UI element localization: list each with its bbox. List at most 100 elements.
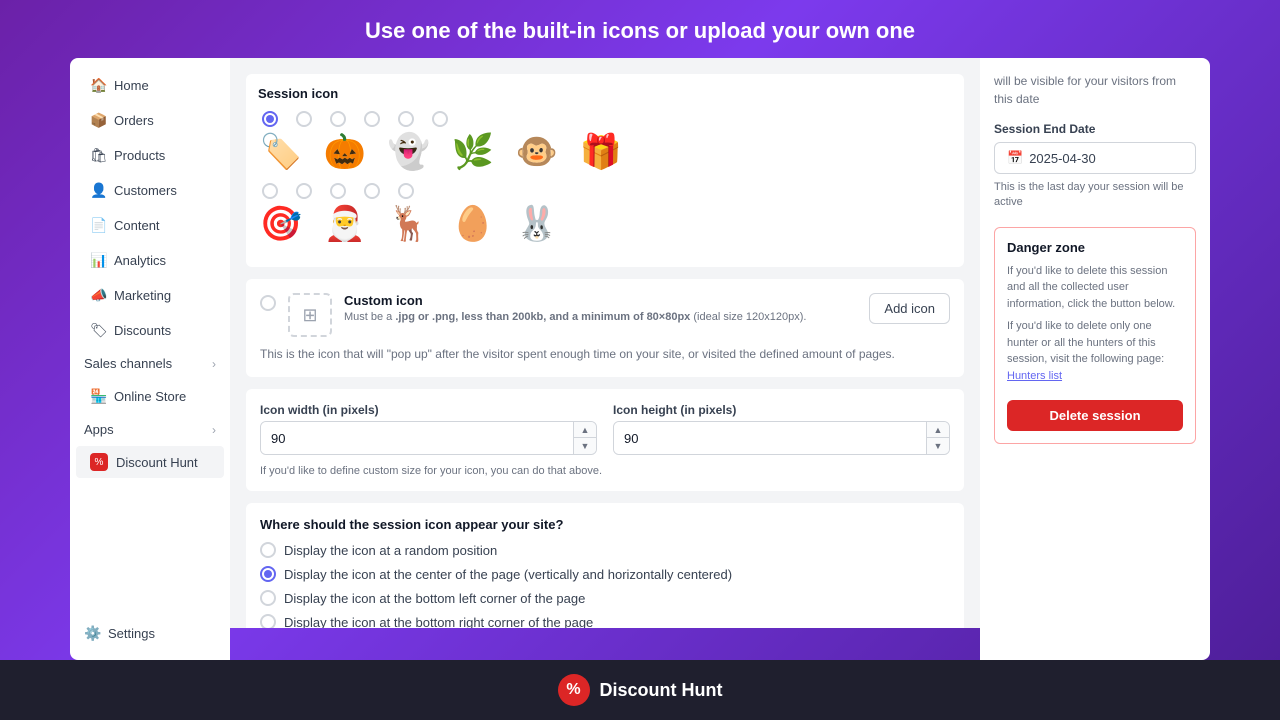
footer-label: Discount Hunt (600, 680, 723, 701)
plus-grid-icon: ⊞ (302, 305, 317, 326)
position-radio-bottom-right[interactable] (260, 614, 276, 628)
sidebar-item-label: Home (114, 78, 149, 93)
position-label-random: Display the icon at a random position (284, 543, 497, 558)
sidebar-item-customers[interactable]: 👤 Customers (76, 174, 224, 207)
content-icon: 📄 (90, 217, 106, 234)
sidebar-item-label: Online Store (114, 389, 186, 404)
icon-width-group: Icon width (in pixels) ▲ ▼ (260, 403, 597, 455)
sidebar-item-analytics[interactable]: 📊 Analytics (76, 244, 224, 277)
end-date-note: This is the last day your session will b… (994, 180, 1196, 211)
position-radio-center[interactable] (260, 566, 276, 582)
icon-option-7[interactable]: 🎅 (322, 201, 368, 247)
sidebar-item-label: Products (114, 148, 165, 163)
sidebar-item-discount-hunt[interactable]: % Discount Hunt (76, 446, 224, 478)
sidebar-item-orders[interactable]: 📦 Orders (76, 104, 224, 137)
icon-radio-2[interactable] (330, 111, 346, 127)
customers-icon: 👤 (90, 182, 106, 199)
position-section: Where should the session icon appear you… (246, 503, 964, 628)
settings-label: Settings (108, 626, 155, 641)
chevron-right-icon: › (212, 423, 216, 437)
products-icon: 🛍 (90, 147, 106, 164)
icon-option-8[interactable]: 🦌 (386, 201, 432, 247)
icon-option-2[interactable]: 👻 (386, 129, 432, 175)
custom-icon-section: ⊞ Custom icon Must be a .jpg or .png, le… (246, 279, 964, 377)
position-option-random: Display the icon at a random position (260, 542, 950, 558)
icon-option-3[interactable]: 🌿 (450, 129, 496, 175)
sidebar-item-label: Customers (114, 183, 177, 198)
sales-channels-section[interactable]: Sales channels › (70, 348, 230, 379)
delete-session-button[interactable]: Delete session (1007, 400, 1183, 431)
session-end-date-button[interactable]: 📅 2025-04-30 (994, 142, 1196, 174)
session-icon-label: Session icon (258, 86, 952, 101)
icon-option-1[interactable]: 🎃 (322, 129, 368, 175)
dimension-hint: If you'd like to define custom size for … (260, 465, 950, 477)
icon-radio-3[interactable] (364, 111, 380, 127)
position-label-center: Display the icon at the center of the pa… (284, 567, 732, 582)
position-label: Where should the session icon appear you… (260, 517, 950, 532)
sidebar-item-home[interactable]: 🏠 Home (76, 69, 224, 102)
orders-icon: 📦 (90, 112, 106, 129)
icon-option-5[interactable]: 🎁 (578, 129, 624, 175)
icon-width-input[interactable] (261, 422, 573, 454)
add-icon-button[interactable]: Add icon (869, 293, 950, 324)
sidebar-item-marketing[interactable]: 📣 Marketing (76, 279, 224, 312)
icon-radio-10[interactable] (398, 183, 414, 199)
custom-icon-title: Custom icon (344, 293, 806, 308)
position-option-bottom-right: Display the icon at the bottom right cor… (260, 614, 950, 628)
width-increment-button[interactable]: ▲ (574, 422, 596, 438)
icon-radio-6[interactable] (262, 183, 278, 199)
icon-height-input[interactable] (614, 422, 926, 454)
page-footer: % Discount Hunt (0, 660, 1280, 720)
session-icon-section: Session icon 🏷️ 🎃 👻 🌿 🐵 🎁 (246, 74, 964, 267)
settings-item[interactable]: ⚙️ Settings (70, 617, 230, 650)
session-end-date-value: 2025-04-30 (1029, 151, 1096, 166)
page-header: Use one of the built-in icons or upload … (0, 0, 1280, 58)
sidebar-item-label: Content (114, 218, 160, 233)
visibility-text: will be visible for your visitors from t… (994, 72, 1196, 108)
sidebar-item-label: Orders (114, 113, 154, 128)
sidebar: 🏠 Home 📦 Orders 🛍 Products 👤 Customers 📄… (70, 58, 230, 660)
icon-option-6[interactable]: 🎯 (258, 201, 304, 247)
icon-option-10[interactable]: 🐰 (514, 201, 560, 247)
custom-icon-placeholder: ⊞ (288, 293, 332, 337)
icon-radio-7[interactable] (296, 183, 312, 199)
height-decrement-button[interactable]: ▼ (927, 438, 949, 454)
icon-radio-0[interactable] (262, 111, 278, 127)
apps-label: Apps (84, 422, 114, 437)
icon-radio-8[interactable] (330, 183, 346, 199)
width-decrement-button[interactable]: ▼ (574, 438, 596, 454)
online-store-icon: 🏪 (90, 388, 106, 405)
position-radio-random[interactable] (260, 542, 276, 558)
icon-height-group: Icon height (in pixels) ▲ ▼ (613, 403, 950, 455)
icon-radio-4[interactable] (398, 111, 414, 127)
chevron-right-icon: › (212, 357, 216, 371)
position-option-bottom-left: Display the icon at the bottom left corn… (260, 590, 950, 606)
session-end-date-label: Session End Date (994, 122, 1196, 136)
icon-radio-5[interactable] (432, 111, 448, 127)
discounts-icon: 🏷 (90, 322, 106, 339)
icon-radio-9[interactable] (364, 183, 380, 199)
danger-zone-title: Danger zone (1007, 240, 1183, 255)
icon-option-0[interactable]: 🏷️ (258, 129, 304, 175)
sidebar-item-online-store[interactable]: 🏪 Online Store (76, 380, 224, 413)
apps-section[interactable]: Apps › (70, 414, 230, 445)
hunters-list-link[interactable]: Hunters list (1007, 370, 1062, 382)
position-option-center: Display the icon at the center of the pa… (260, 566, 950, 582)
sidebar-item-products[interactable]: 🛍 Products (76, 139, 224, 172)
analytics-icon: 📊 (90, 252, 106, 269)
icon-radio-1[interactable] (296, 111, 312, 127)
icon-option-4[interactable]: 🐵 (514, 129, 560, 175)
sidebar-item-label: Analytics (114, 253, 166, 268)
custom-icon-radio[interactable] (260, 295, 276, 311)
calendar-icon: 📅 (1007, 150, 1023, 166)
sidebar-item-discounts[interactable]: 🏷 Discounts (76, 314, 224, 347)
height-increment-button[interactable]: ▲ (927, 422, 949, 438)
icon-popup-note: This is the icon that will "pop up" afte… (260, 345, 950, 363)
icon-option-9[interactable]: 🥚 (450, 201, 496, 247)
sales-channels-label: Sales channels (84, 356, 172, 371)
danger-zone: Danger zone If you'd like to delete this… (994, 227, 1196, 445)
position-radio-bottom-left[interactable] (260, 590, 276, 606)
danger-text-2: If you'd like to delete only one hunter … (1007, 318, 1183, 384)
icon-height-label: Icon height (in pixels) (613, 403, 950, 417)
sidebar-item-content[interactable]: 📄 Content (76, 209, 224, 242)
